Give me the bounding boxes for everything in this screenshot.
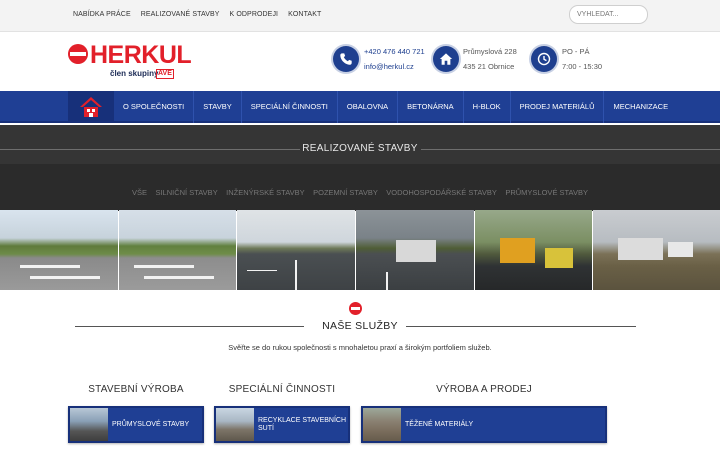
top-link-contact[interactable]: KONTAKT [288, 11, 321, 18]
header: HERKUL člen skupiny AVE +420 476 440 721… [0, 32, 720, 91]
projects-title: REALIZOVANÉ STAVBY [302, 143, 418, 154]
nav-item-concrete-plant[interactable]: BETONÁRNA [397, 91, 463, 123]
address-line2: 435 21 Obrnice [463, 62, 515, 71]
services-logo-icon [349, 302, 362, 315]
top-link-jobs[interactable]: NABÍDKA PRÁCE [73, 11, 131, 18]
home-icon [433, 46, 459, 72]
filter-water[interactable]: VODOHOSPODÁŘSKÉ STAVBY [386, 188, 497, 197]
filter-road[interactable]: SILNIČNÍ STAVBY [155, 188, 217, 197]
project-photo[interactable] [237, 210, 356, 290]
service-card-materials[interactable]: TĚŽENÉ MATERIÁLY [361, 406, 607, 443]
nav-item-h-blok[interactable]: H-BLOK [462, 91, 510, 123]
logo-subtitle: člen skupiny [110, 69, 159, 78]
service-thumb [216, 408, 254, 441]
top-bar: NABÍDKA PRÁCE REALIZOVANÉ STAVBY K ODPRO… [0, 0, 720, 32]
nav-item-asphalt-plant[interactable]: OBALOVNA [336, 91, 397, 123]
service-card-recycling[interactable]: RECYKLACE STAVEBNÍCH SUTÍ [214, 406, 350, 443]
filter-industrial[interactable]: PRŮMYSLOVÉ STAVBY [505, 188, 588, 197]
filter-engineering[interactable]: INŽENÝRSKÉ STAVBY [226, 188, 305, 197]
project-photo[interactable] [593, 210, 720, 290]
column-title-special: SPECIÁLNÍ ČINNOSTI [228, 384, 336, 395]
nav-item-buildings[interactable]: STAVBY [193, 91, 240, 123]
hours-days: PO - PÁ [562, 47, 590, 56]
address-line1: Průmyslová 228 [463, 47, 517, 56]
email-link[interactable]: info@herkul.cz [364, 60, 414, 73]
project-photo[interactable] [0, 210, 118, 290]
house-logo-icon [80, 97, 102, 117]
service-card-label: RECYKLACE STAVEBNÍCH SUTÍ [258, 416, 347, 432]
phone-number[interactable]: +420 476 440 721 [364, 45, 425, 58]
filter-ground[interactable]: POZEMNÍ STAVBY [313, 188, 378, 197]
column-title-production: VÝROBA A PRODEJ [436, 384, 532, 395]
logo-text: HERKUL [90, 41, 192, 69]
services-title: NAŠE SLUŽBY [322, 320, 398, 332]
service-card-label: TĚŽENÉ MATERIÁLY [405, 420, 474, 428]
main-nav: O SPOLEČNOSTI STAVBY SPECIÁLNÍ ČINNOSTI … [0, 91, 720, 123]
service-card-industrial[interactable]: PRŮMYSLOVÉ STAVBY [68, 406, 204, 443]
project-photo[interactable] [474, 210, 593, 290]
search-input[interactable] [569, 5, 648, 24]
logo-badge: AVE [156, 69, 174, 79]
project-photo[interactable] [356, 210, 474, 290]
nav-home-button[interactable] [68, 91, 114, 123]
nav-item-materials-sale[interactable]: PRODEJ MATERIÁLŮ [509, 91, 604, 123]
logo[interactable]: HERKUL člen skupiny AVE [68, 41, 204, 82]
column-title-construction: STAVEBNÍ VÝROBA [88, 384, 184, 395]
phone-icon [333, 46, 359, 72]
nav-items: O SPOLEČNOSTI STAVBY SPECIÁLNÍ ČINNOSTI … [114, 91, 677, 123]
service-thumb [363, 408, 401, 441]
top-links: NABÍDKA PRÁCE REALIZOVANÉ STAVBY K ODPRO… [73, 11, 331, 18]
hours-time: 7:00 - 15:30 [562, 62, 603, 71]
services-description: Svěřte se do rukou společnosti s mnohale… [228, 343, 492, 352]
clock-icon [531, 46, 557, 72]
service-thumb [70, 408, 108, 441]
top-link-projects[interactable]: REALIZOVANÉ STAVBY [141, 11, 220, 18]
top-link-for-sale[interactable]: K ODPRODEJI [230, 11, 279, 18]
nav-item-company[interactable]: O SPOLEČNOSTI [114, 91, 193, 123]
service-card-label: PRŮMYSLOVÉ STAVBY [112, 420, 190, 428]
nav-item-special[interactable]: SPECIÁLNÍ ČINNOSTI [240, 91, 337, 123]
project-photo[interactable] [118, 210, 237, 290]
nav-item-machinery[interactable]: MECHANIZACE [603, 91, 677, 123]
filter-all[interactable]: VŠE [132, 188, 147, 197]
logo-mark-icon [68, 44, 88, 64]
project-gallery [0, 210, 720, 290]
project-filters: VŠE SILNIČNÍ STAVBY INŽENÝRSKÉ STAVBY PO… [0, 182, 720, 200]
